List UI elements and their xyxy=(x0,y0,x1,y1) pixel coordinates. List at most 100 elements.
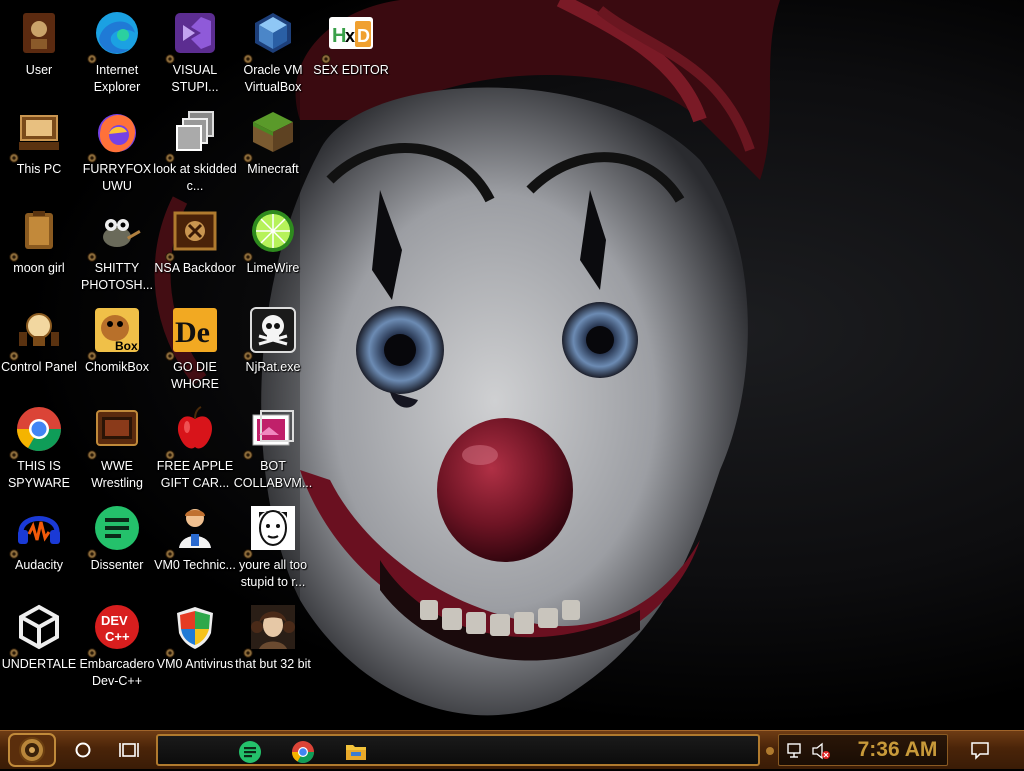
desktop-icon-virtualbox[interactable]: Oracle VM VirtualBox xyxy=(234,4,312,100)
shortcut-gear-badge-icon xyxy=(87,445,97,460)
virtualbox-cube-icon xyxy=(249,9,297,57)
desktop-icon-label: VM0 Technic... xyxy=(154,558,236,572)
desktop-icon-label: BOT COLLABVM... xyxy=(233,459,313,490)
desktop-icon-label: VM0 Antivirus xyxy=(156,657,234,671)
desktop-icon-label: Internet Explorer xyxy=(93,63,141,94)
shortcut-gear-badge-icon xyxy=(243,643,253,658)
shortcut-gear-badge-icon xyxy=(87,346,97,361)
network-icon[interactable] xyxy=(787,743,805,759)
steampunk-lightbulb-icon xyxy=(15,306,63,354)
desktop-icon-label: SEX EDITOR xyxy=(313,63,389,77)
shortcut-gear-badge-icon xyxy=(165,346,175,361)
shortcut-gear-badge-icon xyxy=(87,247,97,262)
gimp-mascot-icon xyxy=(93,207,141,255)
desktop-icon-user[interactable]: User xyxy=(0,4,78,100)
search-button[interactable] xyxy=(70,737,96,763)
shortcut-gear-badge-icon xyxy=(87,49,97,64)
desktop-icon-label: youre all too stupid to r... xyxy=(238,558,308,589)
desktop-icon-bot[interactable]: BOT COLLABVM... xyxy=(234,400,312,496)
notification-icon xyxy=(971,742,989,760)
chrome-logo-icon xyxy=(292,741,314,763)
minecraft-grass-block-icon xyxy=(249,108,297,156)
shortcut-gear-badge-icon xyxy=(9,544,19,559)
desktop-icon-internet-explorer[interactable]: Internet Explorer xyxy=(78,4,156,100)
edge-logo-icon xyxy=(93,9,141,57)
chevron-up-icon[interactable] xyxy=(765,745,775,757)
hxd-hex-editor-icon: HxD xyxy=(327,9,375,57)
steampunk-computer-icon xyxy=(15,108,63,156)
desktop-icon-go-die[interactable]: De GO DIE WHORE xyxy=(156,301,234,397)
desktop-icon-32bit[interactable]: that but 32 bit xyxy=(234,598,312,694)
speaker-muted-icon[interactable] xyxy=(811,742,831,760)
desktop-icon-label: This PC xyxy=(16,162,62,176)
shortcut-gear-badge-icon xyxy=(9,346,19,361)
shortcut-gear-badge-icon xyxy=(243,346,253,361)
desktop-icon-label: UNDERTALE xyxy=(1,657,77,671)
skull-icon xyxy=(249,306,297,354)
desktop-icon-label: Control Panel xyxy=(1,360,77,374)
windows-shield-icon xyxy=(171,603,219,651)
desktop-icon-vm0-antivirus[interactable]: VM0 Antivirus xyxy=(156,598,234,694)
shortcut-gear-badge-icon xyxy=(87,148,97,163)
svg-text:C++: C++ xyxy=(105,629,130,644)
desktop-icon-stupid[interactable]: youre all too stupid to r... xyxy=(234,499,312,595)
start-button[interactable] xyxy=(8,733,56,767)
shortcut-gear-badge-icon xyxy=(243,247,253,262)
dissenter-green-bubble-icon xyxy=(93,504,141,552)
desktop-icon-wwe[interactable]: WWE Wrestling xyxy=(78,400,156,496)
pinned-dissenter[interactable] xyxy=(238,740,262,764)
desktop-icon-label: SHITTY PHOTOSH... xyxy=(80,261,153,292)
svg-text:Box: Box xyxy=(115,339,138,353)
dissenter-green-bubble-icon xyxy=(239,741,261,763)
shortcut-gear-badge-icon xyxy=(9,445,19,460)
desktop-icon-firefox[interactable]: FURRYFOX UWU xyxy=(78,103,156,199)
chrome-logo-icon xyxy=(15,405,63,453)
shortcut-gear-badge-icon xyxy=(243,148,253,163)
chomikbox-hamster-icon: Box xyxy=(93,306,141,354)
desktop-icon-grid: User Internet Explorer VISUAL STUPI... Orac… xyxy=(0,0,1024,730)
desktop-icon-this-pc[interactable]: This PC xyxy=(0,103,78,199)
audacity-headphones-icon xyxy=(15,504,63,552)
shortcut-gear-badge-icon xyxy=(165,544,175,559)
desktop-icon-label: LimeWire xyxy=(246,261,300,275)
desktop-icon-apple[interactable]: FREE APPLE GIFT CAR... xyxy=(156,400,234,496)
unity-logo-icon xyxy=(15,603,63,651)
shortcut-gear-badge-icon xyxy=(243,445,253,460)
desktop-icon-label: GO DIE WHORE xyxy=(171,360,219,391)
desktop-icon-devcpp[interactable]: DEV C++ Embarcadero Dev-C++ xyxy=(78,598,156,694)
desktop-icon-audacity[interactable]: Audacity xyxy=(0,499,78,595)
pinned-file-explorer[interactable] xyxy=(344,740,368,764)
desktop-icon-nsa[interactable]: NSA Backdoor xyxy=(154,202,236,298)
svg-text:De: De xyxy=(175,316,210,349)
desktop-icon-control-panel[interactable]: Control Panel xyxy=(0,301,78,397)
desktop-icon-label: Embarcadero Dev-C++ xyxy=(79,657,155,688)
task-view-button[interactable] xyxy=(116,737,142,763)
desktop-icon-vm0-tech[interactable]: VM0 Technic... xyxy=(154,499,236,595)
desktop-icon-undertale[interactable]: UNDERTALE xyxy=(0,598,78,694)
shortcut-gear-badge-icon xyxy=(243,49,253,64)
desktop-icon-label: Dissenter xyxy=(90,558,144,572)
desktop-icon-minecraft[interactable]: Minecraft xyxy=(234,103,312,199)
desktop-icon-moon-girl[interactable]: moon girl xyxy=(0,202,78,298)
shortcut-gear-badge-icon xyxy=(165,643,175,658)
steampunk-user-icon xyxy=(15,9,63,57)
circle-search-icon xyxy=(75,742,91,758)
desktop-icon-label: Audacity xyxy=(15,558,63,572)
desktop-icon-label: NjRat.exe xyxy=(245,360,301,374)
desktop-icon-gimp[interactable]: SHITTY PHOTOSH... xyxy=(78,202,156,298)
desktop-icon-hxd[interactable]: Hx D SEX EDITOR xyxy=(312,4,390,100)
desktop-icon-visual-studio[interactable]: VISUAL STUPI... xyxy=(156,4,234,100)
taskbar-clock[interactable]: 7:36 AM xyxy=(850,737,945,763)
desktop-icon-limewire[interactable]: LimeWire xyxy=(234,202,312,298)
desktop-icon-chrome[interactable]: THIS IS SPYWARE xyxy=(0,400,78,496)
desktop-icon-label: WWE Wrestling xyxy=(91,459,143,490)
desktop-icon-njrat[interactable]: NjRat.exe xyxy=(234,301,312,397)
desktop-icon-dissenter[interactable]: Dissenter xyxy=(78,499,156,595)
desktop-icon-skidded[interactable]: look at skidded c... xyxy=(153,103,237,199)
steampunk-tv-icon xyxy=(93,405,141,453)
task-view-icon xyxy=(119,743,139,757)
action-center-button[interactable] xyxy=(966,737,994,763)
pinned-chrome[interactable] xyxy=(291,740,315,764)
svg-text:DEV: DEV xyxy=(101,613,128,628)
desktop-icon-chomikbox[interactable]: Box ChomikBox xyxy=(78,301,156,397)
